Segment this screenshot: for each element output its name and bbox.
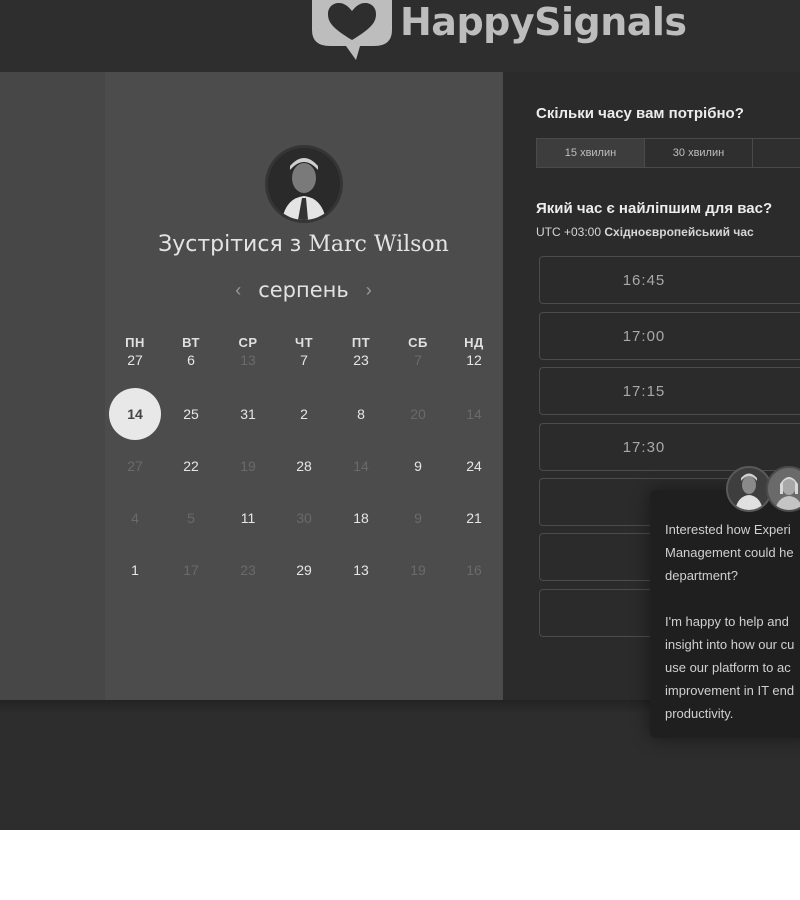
calendar-day[interactable]: 13 (335, 544, 387, 596)
calendar-day: 14 (466, 406, 482, 422)
calendar-day[interactable]: 1 (109, 544, 161, 596)
chat-line: Management could he (665, 545, 794, 560)
calendar-day[interactable]: 12 (448, 348, 500, 372)
calendar-day: 23 (240, 562, 256, 578)
chat-message-part-1: Interested how Experi Management could h… (665, 518, 800, 587)
chevron-right-icon[interactable]: › (363, 280, 375, 301)
calendar-day: 16 (466, 562, 482, 578)
host-name: Marc Wilson (308, 232, 449, 257)
duration-question: Скільки часу вам потрібно? (536, 105, 744, 122)
duration-60-button[interactable]: 1 г (752, 138, 800, 168)
time-question: Який час є найліпшим для вас? (536, 200, 773, 217)
month-label: серпень (258, 278, 349, 302)
chat-message-part-2: I'm happy to help and insight into how o… (665, 610, 800, 725)
calendar-day: 7 (414, 352, 422, 368)
calendar-day[interactable]: 18 (335, 492, 387, 544)
month-navigator: ‹ серпень › (105, 278, 502, 302)
chat-line: use our platform to ac (665, 660, 791, 675)
calendar-day[interactable]: 25 (165, 388, 217, 440)
calendar-day: 19 (410, 562, 426, 578)
calendar-day[interactable]: 23 (335, 348, 387, 372)
calendar-day[interactable]: 6 (165, 348, 217, 372)
calendar-day: 27 (127, 458, 143, 474)
time-slot[interactable]: 17:15 (539, 367, 800, 415)
calendar-day[interactable]: 21 (448, 492, 500, 544)
calendar-day[interactable]: 2 (278, 388, 330, 440)
calendar-day: 9 (414, 510, 422, 526)
time-slot[interactable]: 16:45 (539, 256, 800, 304)
calendar-day[interactable]: 31 (222, 388, 274, 440)
calendar-day: 20 (410, 406, 426, 422)
calendar-day[interactable]: 28 (278, 440, 330, 492)
chat-popup[interactable]: Interested how Experi Management could h… (650, 490, 800, 738)
duration-options: 15 хвилин 30 хвилин 1 г (536, 138, 800, 168)
timezone-offset: UTC +03:00 (536, 225, 602, 239)
heart-chat-logo-icon (312, 0, 392, 62)
calendar-day: 4 (131, 510, 139, 526)
chat-line: Interested how Experi (665, 522, 791, 537)
duration-15-button[interactable]: 15 хвилин (536, 138, 645, 168)
calendar-day[interactable]: 29 (278, 544, 330, 596)
calendar-day: 14 (353, 458, 369, 474)
host-avatar (265, 145, 343, 223)
calendar-day: 17 (183, 562, 199, 578)
calendar-day[interactable]: 9 (392, 440, 444, 492)
meeting-title-prefix: Зустрітися з (158, 232, 302, 257)
timezone-label[interactable]: UTC +03:00 Східноєвропейський час (536, 225, 754, 239)
calendar-day: 5 (187, 510, 195, 526)
calendar-day: 30 (296, 510, 312, 526)
chat-line: productivity. (665, 706, 734, 721)
calendar-day: 13 (240, 352, 256, 368)
chat-line: I'm happy to help and (665, 614, 789, 629)
brand-name: HappySignals (400, 0, 687, 44)
time-slot[interactable]: 17:30 (539, 423, 800, 471)
chat-line: department? (665, 568, 738, 583)
calendar-day[interactable]: 22 (165, 440, 217, 492)
timezone-name: Східноєвропейський час (604, 225, 754, 239)
meeting-title: Зустрітися з Marc Wilson (105, 232, 502, 257)
calendar-day[interactable]: 8 (335, 388, 387, 440)
chat-line: improvement in IT end (665, 683, 795, 698)
calendar-day-selected[interactable]: 14 (109, 388, 161, 440)
chat-line: insight into how our cu (665, 637, 795, 652)
time-slot[interactable]: 17:00 (539, 312, 800, 360)
brand-logo[interactable]: HappySignals (312, 0, 687, 62)
left-margin (0, 72, 105, 700)
calendar-day[interactable]: 7 (278, 348, 330, 372)
calendar-day[interactable]: 11 (222, 492, 274, 544)
top-header: HappySignals (0, 0, 800, 72)
calendar-day[interactable]: 24 (448, 440, 500, 492)
chevron-left-icon[interactable]: ‹ (232, 280, 244, 301)
calendar-day[interactable]: 27 (109, 348, 161, 372)
duration-30-button[interactable]: 30 хвилин (644, 138, 753, 168)
calendar-day: 19 (240, 458, 256, 474)
